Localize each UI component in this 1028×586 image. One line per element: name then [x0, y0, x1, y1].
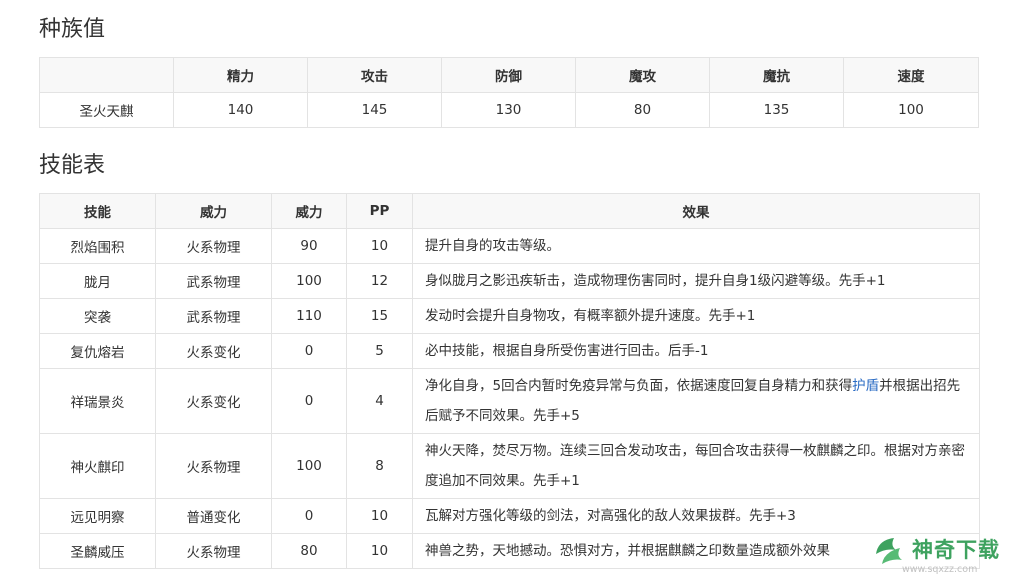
- stats-cell: 140: [173, 92, 308, 128]
- table-row: 复仇熔岩 火系变化 0 5 必中技能，根据自身所受伤害进行回击。后手-1: [39, 333, 980, 369]
- table-row: 圣麟威压 火系物理 80 10 神兽之势，天地撼动。恐惧对方，并根据麒麟之印数量…: [39, 533, 980, 569]
- skill-pp: 10: [346, 228, 413, 264]
- skill-pp: 4: [346, 368, 413, 434]
- skill-power: 110: [271, 298, 347, 334]
- stats-cell: 130: [441, 92, 576, 128]
- skill-effect: 必中技能，根据自身所受伤害进行回击。后手-1: [412, 333, 980, 369]
- skill-power: 0: [271, 333, 347, 369]
- stats-cell: 145: [307, 92, 442, 128]
- skill-type: 火系变化: [155, 368, 272, 434]
- skills-header-cell: 威力: [155, 193, 272, 229]
- table-row: 突袭 武系物理 110 15 发动时会提升自身物攻，有概率额外提升速度。先手+1: [39, 298, 980, 334]
- stats-header-cell: [39, 57, 174, 93]
- skill-effect-text: 净化自身，5回合内暂时免疫异常与负面，依据速度回复自身精力和获得: [425, 378, 853, 394]
- skill-name: 胧月: [39, 263, 156, 299]
- stats-cell: 80: [575, 92, 710, 128]
- stats-header-cell: 防御: [441, 57, 576, 93]
- skills-heading: 技能表: [39, 153, 106, 178]
- skill-effect: 身似胧月之影迅疾斩击，造成物理伤害同时，提升自身1级闪避等级。先手+1: [412, 263, 980, 299]
- stats-header-cell: 攻击: [307, 57, 442, 93]
- skills-header-cell: PP: [346, 193, 413, 229]
- skill-type: 火系物理: [155, 533, 272, 569]
- skill-pp: 12: [346, 263, 413, 299]
- table-row: 胧月 武系物理 100 12 身似胧月之影迅疾斩击，造成物理伤害同时，提升自身1…: [39, 263, 980, 299]
- skills-header-row: 技能 威力 威力 PP 效果: [39, 193, 980, 229]
- skill-pp: 10: [346, 498, 413, 534]
- skill-pp: 8: [346, 433, 413, 499]
- stats-header-cell: 精力: [173, 57, 308, 93]
- skill-name: 烈焰围积: [39, 228, 156, 264]
- skill-pp: 15: [346, 298, 413, 334]
- stats-header-cell: 魔攻: [575, 57, 710, 93]
- table-row: 烈焰围积 火系物理 90 10 提升自身的攻击等级。: [39, 228, 980, 264]
- skills-table: 技能 威力 威力 PP 效果 烈焰围积 火系物理 90 10 提升自身的攻击等级…: [39, 193, 980, 569]
- skill-name: 突袭: [39, 298, 156, 334]
- skill-type: 火系物理: [155, 433, 272, 499]
- watermark-text: 神奇下载: [912, 538, 1000, 562]
- stats-cell: 100: [843, 92, 979, 128]
- skill-type: 武系物理: [155, 263, 272, 299]
- skill-power: 100: [271, 433, 347, 499]
- stats-cell: 135: [709, 92, 844, 128]
- stats-table: 精力 攻击 防御 魔攻 魔抗 速度 圣火天麒 140 145 130 80 13…: [39, 57, 979, 128]
- skill-power: 0: [271, 498, 347, 534]
- table-row: 神火麒印 火系物理 100 8 神火天降，焚尽万物。连续三回合发动攻击，每回合攻…: [39, 433, 980, 499]
- skill-type: 普通变化: [155, 498, 272, 534]
- skill-name: 远见明察: [39, 498, 156, 534]
- skill-type: 火系物理: [155, 228, 272, 264]
- stats-header-cell: 速度: [843, 57, 979, 93]
- skill-name: 复仇熔岩: [39, 333, 156, 369]
- stats-header-row: 精力 攻击 防御 魔攻 魔抗 速度: [39, 57, 979, 93]
- skill-pp: 10: [346, 533, 413, 569]
- shield-link[interactable]: 护盾: [852, 378, 879, 394]
- skill-power: 90: [271, 228, 347, 264]
- watermark-url: www.sqxzz.com: [902, 564, 978, 575]
- skill-effect: 净化自身，5回合内暂时免疫异常与负面，依据速度回复自身精力和获得护盾并根据出招先…: [412, 368, 980, 434]
- stats-header-cell: 魔抗: [709, 57, 844, 93]
- skill-power: 0: [271, 368, 347, 434]
- table-row: 远见明察 普通变化 0 10 瓦解对方强化等级的剑法，对高强化的敌人效果拔群。先…: [39, 498, 980, 534]
- skill-effect: 提升自身的攻击等级。: [412, 228, 980, 264]
- skill-effect: 瓦解对方强化等级的剑法，对高强化的敌人效果拔群。先手+3: [412, 498, 980, 534]
- skill-power: 80: [271, 533, 347, 569]
- skills-header-cell: 威力: [271, 193, 347, 229]
- skill-name: 祥瑞景炎: [39, 368, 156, 434]
- stats-heading: 种族值: [39, 17, 106, 42]
- skill-name: 神火麒印: [39, 433, 156, 499]
- stats-cell: 圣火天麒: [39, 92, 174, 128]
- skill-type: 武系物理: [155, 298, 272, 334]
- skill-effect: 发动时会提升自身物攻，有概率额外提升速度。先手+1: [412, 298, 980, 334]
- skill-pp: 5: [346, 333, 413, 369]
- leaf-logo-icon: [876, 538, 902, 564]
- stats-data-row: 圣火天麒 140 145 130 80 135 100: [39, 92, 979, 128]
- skills-header-cell: 技能: [39, 193, 156, 229]
- skill-name: 圣麟威压: [39, 533, 156, 569]
- table-row: 祥瑞景炎 火系变化 0 4 净化自身，5回合内暂时免疫异常与负面，依据速度回复自…: [39, 368, 980, 434]
- skills-header-cell: 效果: [412, 193, 980, 229]
- skill-effect: 神火天降，焚尽万物。连续三回合发动攻击，每回合攻击获得一枚麒麟之印。根据对方亲密…: [412, 433, 980, 499]
- watermark: 神奇下载 www.sqxzz.com: [872, 530, 1022, 582]
- skill-type: 火系变化: [155, 333, 272, 369]
- skill-power: 100: [271, 263, 347, 299]
